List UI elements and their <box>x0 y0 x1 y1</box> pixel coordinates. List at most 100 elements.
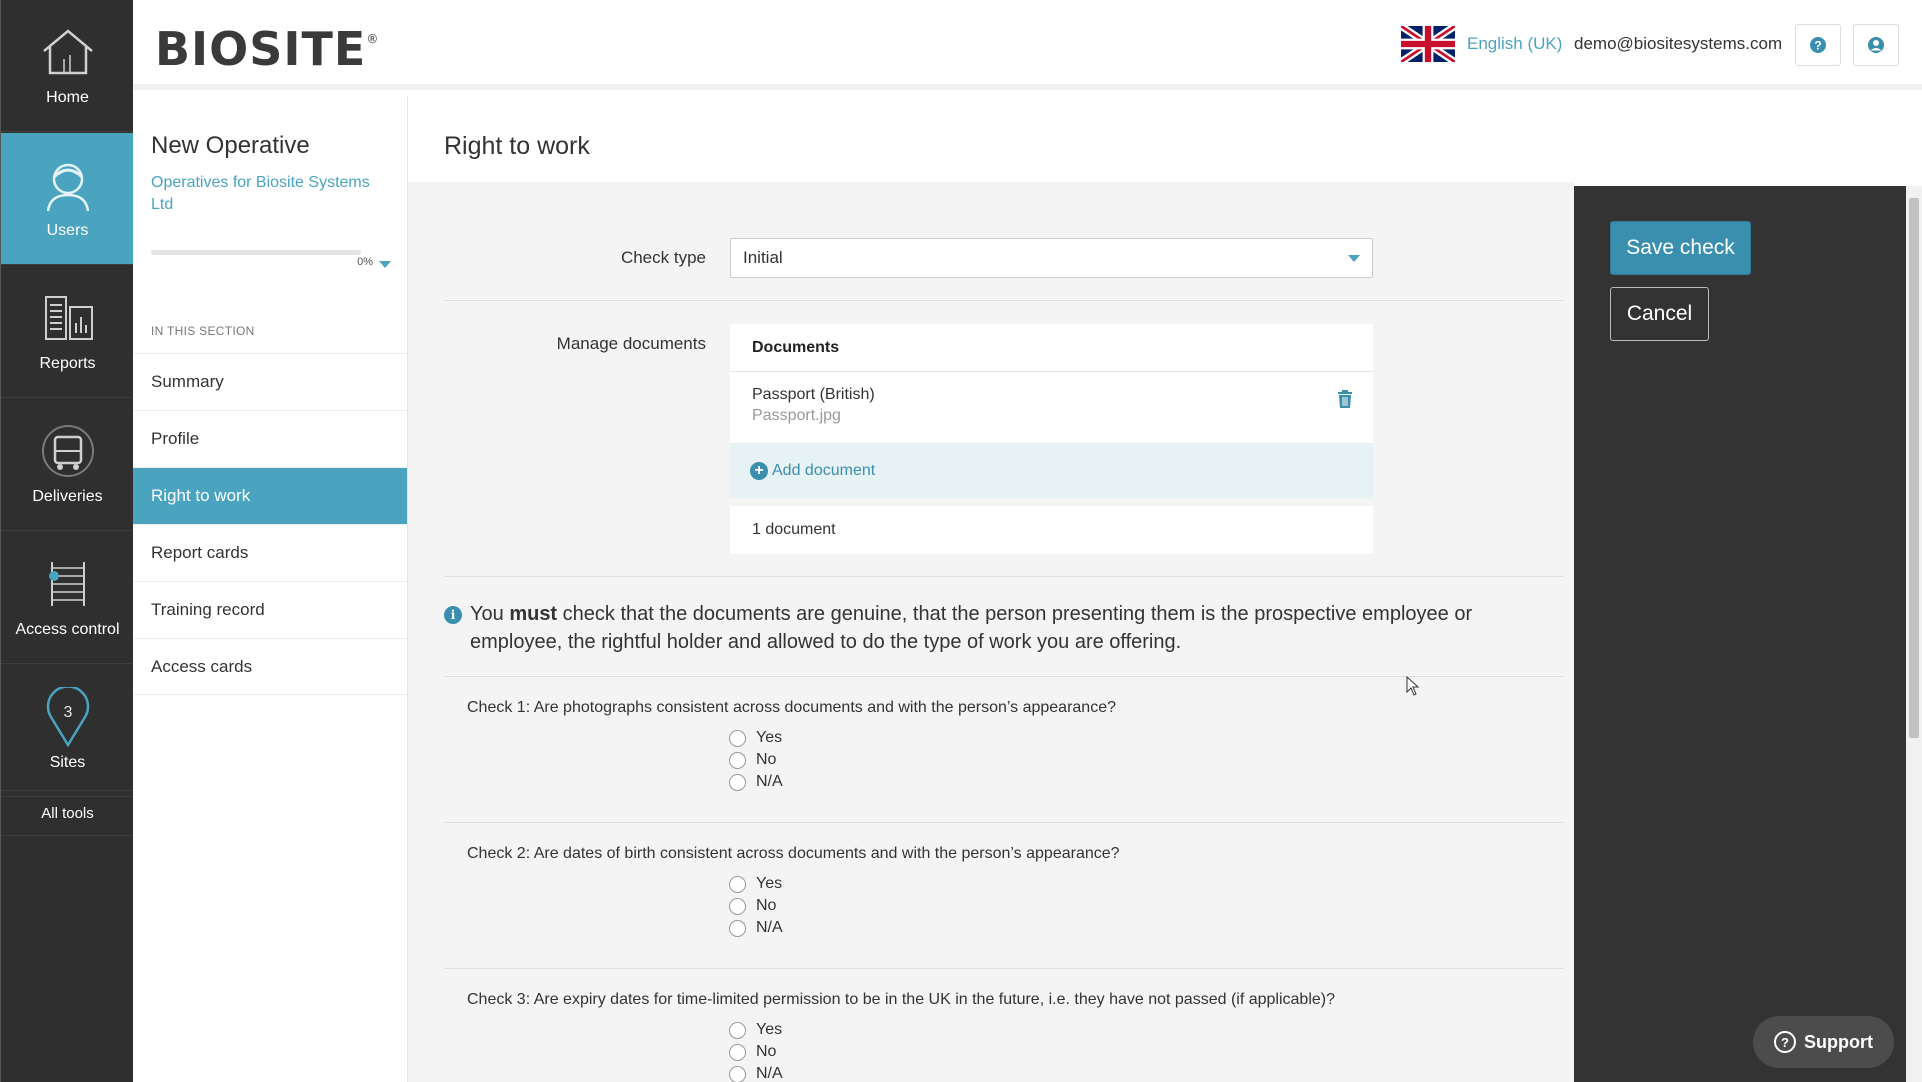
top-header: BIOSITE® English (UK) demo@biositesystem… <box>133 0 1922 90</box>
check-question-text: Check 3: Are expiry dates for time-limit… <box>467 991 1335 1008</box>
user-circle-icon <box>1868 37 1884 53</box>
document-count: 1 document <box>730 506 1373 554</box>
radio-button[interactable] <box>729 875 746 893</box>
rail-label: Access control <box>15 621 120 638</box>
rail-item-reports[interactable]: Reports <box>1 266 134 398</box>
cancel-button[interactable]: Cancel <box>1610 287 1709 341</box>
add-document-label: Add document <box>772 462 876 479</box>
check-question: Check 2: Are dates of birth consistent a… <box>467 845 1557 939</box>
operatives-company-link[interactable]: Operatives for Biosite Systems Ltd <box>151 172 381 216</box>
nav-item-report-cards[interactable]: Report cards <box>133 524 407 581</box>
radio-option-no[interactable]: No <box>729 749 1557 771</box>
section-sidebar: New Operative Operatives for Biosite Sys… <box>133 96 408 1082</box>
all-tools-link[interactable]: All tools <box>1 790 134 836</box>
radio-button[interactable] <box>729 919 746 937</box>
question-icon: ? <box>1774 1031 1796 1053</box>
operative-title: New Operative <box>151 132 310 159</box>
radio-option-yes[interactable]: Yes <box>729 1019 1557 1041</box>
rail-label: Reports <box>39 355 96 372</box>
home-icon <box>39 23 97 81</box>
chevron-down-icon <box>1348 255 1360 262</box>
right-to-work-form: Check type Initial Manage documents Docu… <box>408 182 1574 1082</box>
radio-button[interactable] <box>729 1021 746 1039</box>
documents-header: Documents <box>730 324 1373 372</box>
radio-option-yes[interactable]: Yes <box>729 727 1557 749</box>
notice-prefix: You <box>470 603 504 625</box>
help-button[interactable]: ? <box>1795 24 1841 66</box>
radio-button[interactable] <box>729 1065 746 1082</box>
radio-option-yes[interactable]: Yes <box>729 873 1557 895</box>
trash-icon[interactable] <box>1337 390 1353 413</box>
plus-circle-icon: + <box>750 462 768 480</box>
verification-notice: i You must check that the documents are … <box>444 600 1554 656</box>
progress-percent: 0% <box>357 256 373 268</box>
radio-group: Yes No N/A <box>729 873 1557 939</box>
radio-option-na[interactable]: N/A <box>729 1063 1557 1082</box>
language-selector[interactable]: English (UK) <box>1467 34 1562 54</box>
check-type-value: Initial <box>743 248 783 267</box>
scrollbar-thumb[interactable] <box>1909 198 1919 738</box>
app-rail: Home Users Reports Deliveries Access con… <box>0 0 134 1082</box>
rail-item-users[interactable]: Users <box>1 133 134 265</box>
radio-button[interactable] <box>729 751 746 769</box>
user-hardhat-icon <box>39 156 97 214</box>
divider <box>444 576 1564 577</box>
rail-item-home[interactable]: Home <box>1 0 134 132</box>
radio-option-na[interactable]: N/A <box>729 917 1557 939</box>
radio-button[interactable] <box>729 773 746 791</box>
rail-item-access-control[interactable]: Access control <box>1 532 134 664</box>
rail-label: Deliveries <box>32 488 103 505</box>
main-header: Right to work <box>408 96 1922 182</box>
radio-group: Yes No N/A <box>729 727 1557 793</box>
radio-option-na[interactable]: N/A <box>729 771 1557 793</box>
chevron-down-icon[interactable] <box>379 256 391 274</box>
rail-item-deliveries[interactable]: Deliveries <box>1 399 134 531</box>
turnstile-icon <box>39 555 97 613</box>
support-label: Support <box>1804 1031 1873 1052</box>
mouse-cursor-icon <box>1406 675 1420 701</box>
support-button[interactable]: ? Support <box>1753 1016 1894 1068</box>
svg-text:?: ? <box>1814 39 1821 53</box>
check-type-label: Check type <box>620 248 706 267</box>
section-heading: IN THIS SECTION <box>151 324 255 338</box>
divider <box>444 822 1564 823</box>
check-question: Check 1: Are photographs consistent acro… <box>467 699 1557 793</box>
notice-emphasis: must <box>509 603 558 625</box>
check-question-text: Check 1: Are photographs consistent acro… <box>467 699 1116 716</box>
nav-item-training-record[interactable]: Training record <box>133 581 407 638</box>
radio-button[interactable] <box>729 897 746 915</box>
nav-item-profile[interactable]: Profile <box>133 410 407 467</box>
map-pin-icon: 3 <box>39 687 97 747</box>
save-check-button[interactable]: Save check <box>1610 221 1751 275</box>
radio-group: Yes No N/A <box>729 1019 1557 1082</box>
progress-bar <box>151 250 361 255</box>
divider <box>444 676 1564 677</box>
check-question: Check 3: Are expiry dates for time-limit… <box>467 991 1557 1082</box>
radio-button[interactable] <box>729 1043 746 1061</box>
divider <box>444 300 1564 301</box>
nav-item-access-cards[interactable]: Access cards <box>133 638 407 695</box>
radio-option-no[interactable]: No <box>729 895 1557 917</box>
document-row: Passport (British) Passport.jpg <box>730 372 1373 444</box>
section-nav: Summary Profile Right to work Report car… <box>133 353 407 695</box>
biosite-logo[interactable]: BIOSITE® <box>155 22 379 76</box>
user-email: demo@biositesystems.com <box>1574 34 1783 53</box>
svg-text:3: 3 <box>63 704 72 721</box>
radio-button[interactable] <box>729 729 746 747</box>
rail-label: Home <box>46 89 89 106</box>
scrollbar[interactable] <box>1906 186 1922 1082</box>
notice-text: check that the documents are genuine, th… <box>470 603 1473 653</box>
truck-icon <box>39 422 97 480</box>
nav-item-summary[interactable]: Summary <box>133 353 407 410</box>
document-file-link[interactable]: Passport.jpg <box>752 407 1351 425</box>
nav-item-right-to-work[interactable]: Right to work <box>133 467 407 524</box>
check-type-select[interactable]: Initial <box>730 238 1373 278</box>
document-name: Passport (British) <box>752 386 875 403</box>
uk-flag-icon[interactable] <box>1399 23 1457 65</box>
reports-icon <box>39 289 97 347</box>
add-document-button[interactable]: + Add document <box>730 444 1373 498</box>
rail-label: Users <box>46 222 89 239</box>
radio-option-no[interactable]: No <box>729 1041 1557 1063</box>
account-button[interactable] <box>1853 24 1899 66</box>
rail-item-sites[interactable]: 3 Sites <box>1 665 134 797</box>
